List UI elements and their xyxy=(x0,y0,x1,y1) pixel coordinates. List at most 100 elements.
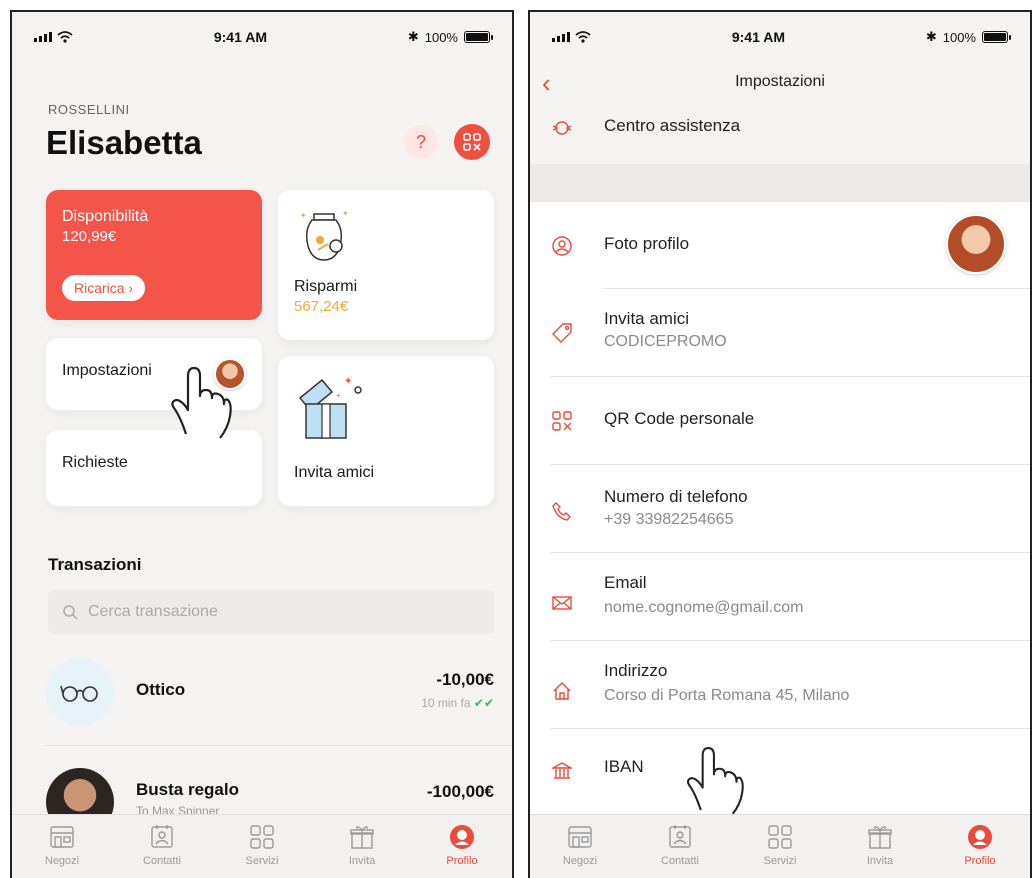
tab-invita[interactable]: Invita xyxy=(322,823,402,867)
tab-negozi[interactable]: Negozi xyxy=(22,823,102,867)
shop-icon xyxy=(50,826,74,848)
tab-negozi[interactable]: Negozi xyxy=(540,823,620,867)
tab-label: Contatti xyxy=(661,855,699,867)
battery-icon xyxy=(981,31,1011,43)
qr-code-button[interactable] xyxy=(454,124,490,160)
back-button[interactable]: ‹ xyxy=(542,68,551,99)
transaction-time-text: 10 min fa xyxy=(421,696,471,710)
tab-profilo[interactable]: Profilo xyxy=(422,823,502,867)
tab-label: Negozi xyxy=(44,855,80,867)
recharge-button[interactable]: Ricarica › xyxy=(62,275,146,301)
bluetooth-icon: ✱ xyxy=(925,29,937,44)
settings-title: Impostazioni xyxy=(62,362,152,379)
wifi-icon xyxy=(575,31,591,43)
tab-label: Negozi xyxy=(562,855,598,867)
svg-text:✦: ✦ xyxy=(300,211,307,220)
settings-row-email[interactable]: Email nome.cognome@gmail.com xyxy=(530,553,1030,639)
bank-icon xyxy=(550,759,574,783)
read-check-icon: ✔✔ xyxy=(473,696,494,710)
divider xyxy=(46,745,512,746)
email-value: nome.cognome@gmail.com xyxy=(604,599,804,616)
search-input[interactable]: Cerca transazione xyxy=(48,590,494,634)
tab-bar: Negozi Contatti Servizi Invita Profilo xyxy=(12,814,512,878)
signal-wifi xyxy=(552,31,591,43)
availability-amount: 120,99€ xyxy=(62,228,117,245)
tab-invita[interactable]: Invita xyxy=(840,823,920,867)
savings-card[interactable]: ✦ ✦ Risparmi 567,24€ xyxy=(278,190,494,340)
transaction-name: Ottico xyxy=(136,680,186,699)
battery-percent: 100% xyxy=(424,29,458,45)
support-icon xyxy=(550,116,574,140)
status-bar: 9:41 AM ✱ 100% xyxy=(12,12,512,62)
phone-number: +39 33982254665 xyxy=(604,511,734,528)
settings-screen: 9:41 AM ✱ 100% ‹ Impostazioni Centro ass… xyxy=(528,10,1032,878)
savings-title: Risparmi xyxy=(294,278,358,295)
settings-label: Email xyxy=(604,573,647,592)
tab-contatti[interactable]: Contatti xyxy=(122,823,202,867)
tab-contatti[interactable]: Contatti xyxy=(640,823,720,867)
transaction-row[interactable]: Ottico -10,00€ 10 min fa ✔✔ xyxy=(46,658,494,728)
availability-card[interactable]: Disponibilità 120,99€ Ricarica › xyxy=(46,190,262,320)
tab-label: Profilo xyxy=(964,855,996,867)
invite-title: Invita amici xyxy=(294,464,375,481)
tab-label: Servizi xyxy=(763,855,797,867)
user-surname: ROSSELLINI xyxy=(48,102,130,117)
invite-card[interactable]: ✦ + Invita amici xyxy=(278,356,494,506)
settings-row-phone[interactable]: Numero di telefono +39 33982254665 xyxy=(530,465,1030,551)
requests-title: Richieste xyxy=(62,454,128,471)
search-placeholder: Cerca transazione xyxy=(88,603,218,620)
qr-icon xyxy=(550,409,574,433)
tab-label: Invita xyxy=(866,855,894,867)
settings-label: Invita amici xyxy=(604,309,690,328)
settings-row-iban[interactable]: IBAN xyxy=(530,729,1030,815)
transaction-amount: -100,00€ xyxy=(426,782,494,801)
battery-group: ✱ 100% xyxy=(408,29,493,45)
tap-hand-icon xyxy=(686,747,744,815)
page-title: Impostazioni xyxy=(735,73,825,90)
tab-label: Profilo xyxy=(446,855,478,867)
tab-bar: Negozi Contatti Servizi Invita Profilo xyxy=(530,814,1030,878)
nav-bar: ‹ Impostazioni xyxy=(530,62,1030,102)
glasses-icon xyxy=(46,658,114,726)
profile-photo xyxy=(946,214,1006,274)
settings-row-address[interactable]: Indirizzo Corso di Porta Romana 45, Mila… xyxy=(530,641,1030,727)
tab-profilo[interactable]: Profilo xyxy=(940,823,1020,867)
tap-hand-icon xyxy=(171,366,232,439)
home-screen: 9:41 AM ✱ 100% ROSSELLINI Elisabetta ? D… xyxy=(10,10,514,878)
contacts-icon xyxy=(669,825,691,848)
settings-row-photo[interactable]: Foto profilo xyxy=(530,202,1030,288)
shop-icon xyxy=(568,826,592,848)
transaction-time: 10 min fa ✔✔ xyxy=(421,696,494,710)
tag-icon xyxy=(550,321,574,345)
requests-card[interactable]: Richieste xyxy=(46,430,262,506)
settings-row-invite[interactable]: Invita amici CODICEPROMO xyxy=(530,289,1030,375)
tab-label: Invita xyxy=(348,855,376,867)
section-separator xyxy=(530,164,1030,202)
grid-icon xyxy=(768,825,792,849)
grid-icon xyxy=(250,825,274,849)
gift-icon xyxy=(868,826,892,849)
tab-label: Servizi xyxy=(245,855,279,867)
tab-servizi[interactable]: Servizi xyxy=(740,823,820,867)
svg-text:✦: ✦ xyxy=(342,209,349,218)
settings-label: IBAN xyxy=(604,757,644,776)
signal-wifi xyxy=(34,31,73,43)
settings-label: QR Code personale xyxy=(604,409,755,428)
tab-servizi[interactable]: Servizi xyxy=(222,823,302,867)
status-time: 9:41 AM xyxy=(731,29,785,45)
settings-list: Foto profilo Invita amici CODICEPROMO QR… xyxy=(530,202,1030,822)
signal-icon xyxy=(34,32,52,42)
contacts-icon xyxy=(151,825,173,848)
tab-label: Contatti xyxy=(143,855,181,867)
transaction-amount: -10,00€ xyxy=(436,670,494,689)
profile-icon xyxy=(968,825,992,849)
battery-group: ✱ 100% xyxy=(925,29,1011,45)
mail-icon xyxy=(550,591,574,615)
help-button[interactable]: ? xyxy=(404,125,438,159)
settings-row-qr[interactable]: QR Code personale xyxy=(530,377,1030,463)
gift-icon xyxy=(350,826,374,849)
settings-row[interactable]: Centro assistenza xyxy=(530,102,1030,162)
status-bar: 9:41 AM ✱ 100% xyxy=(530,12,1030,62)
transactions-title: Transazioni xyxy=(48,555,142,574)
settings-label: Centro assistenza xyxy=(604,116,741,135)
